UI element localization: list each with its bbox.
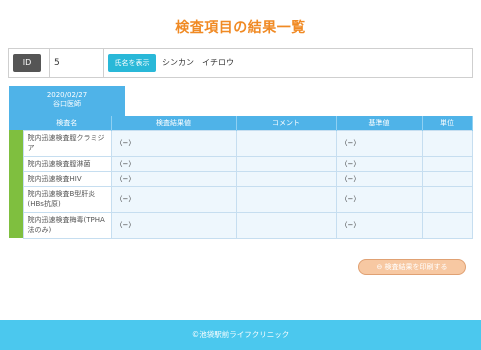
id-value: 5 [49, 49, 104, 77]
test-result: （−） [110, 185, 237, 213]
column-header-result: 検査結果値 [111, 116, 237, 130]
footer-copyright: ©池袋駅前ライフクリニック [191, 330, 290, 339]
footer: ©池袋駅前ライフクリニック [0, 320, 481, 350]
patient-name: シンカン イチロウ [162, 58, 234, 67]
test-unit [421, 211, 473, 239]
test-unit [421, 185, 473, 213]
row-gutter [9, 130, 23, 156]
print-results-button[interactable]: ⊖ 検査結果を印刷する [358, 259, 466, 275]
test-unit [421, 155, 473, 172]
test-standard: （−） [335, 211, 423, 239]
row-gutter [9, 171, 23, 186]
column-header-name: 検査名 [23, 116, 112, 130]
header-gutter [9, 116, 23, 130]
row-gutter [9, 186, 23, 212]
test-standard: （−） [335, 129, 423, 157]
column-header-comment: コメント [236, 116, 337, 130]
table-row: 院内迅速検査B型肝炎(HBs抗原) （−） （−） [9, 185, 473, 213]
test-comment [235, 155, 337, 172]
results-table: 検査名 検査結果値 コメント 基準値 単位 院内迅速検査膣クラミジア （−） （… [9, 116, 473, 239]
test-comment [235, 170, 337, 187]
test-standard: （−） [335, 185, 423, 213]
table-row: 院内迅速検査梅毒(TPHA法のみ) （−） （−） [9, 211, 473, 239]
row-gutter [9, 212, 23, 238]
column-header-standard: 基準値 [336, 116, 423, 130]
test-comment [235, 211, 337, 239]
row-gutter [9, 156, 23, 171]
table-header-row: 検査名 検査結果値 コメント 基準値 単位 [9, 116, 473, 130]
patient-info-bar: ID 5 氏名を表示 シンカン イチロウ [8, 48, 473, 78]
table-row: 院内迅速検査膣クラミジア （−） （−） [9, 129, 473, 157]
test-result: （−） [110, 211, 237, 239]
test-name: 院内迅速検査膣クラミジア [22, 129, 112, 157]
tab-doctor: 谷口医師 [53, 100, 81, 108]
test-unit [421, 129, 473, 157]
date-tab[interactable]: 2020/02/27 谷口医師 [9, 86, 125, 116]
test-standard: （−） [335, 155, 423, 172]
id-label: ID [13, 54, 41, 72]
show-name-button[interactable]: 氏名を表示 [108, 54, 156, 72]
test-comment [235, 185, 337, 213]
test-result: （−） [110, 129, 237, 157]
test-unit [421, 170, 473, 187]
test-standard: （−） [335, 170, 423, 187]
table-row: 院内迅速検査膣淋菌 （−） （−） [9, 155, 473, 172]
column-header-unit: 単位 [422, 116, 473, 130]
page-title: 検査項目の結果一覧 [175, 20, 306, 36]
test-name: 院内迅速検査HIV [22, 170, 112, 187]
test-name: 院内迅速検査膣淋菌 [22, 155, 112, 172]
test-comment [235, 129, 337, 157]
tab-date: 2020/02/27 [46, 91, 88, 99]
test-name: 院内迅速検査B型肝炎(HBs抗原) [22, 185, 112, 213]
test-result: （−） [110, 155, 237, 172]
table-row: 院内迅速検査HIV （−） （−） [9, 170, 473, 187]
test-result: （−） [110, 170, 237, 187]
test-name: 院内迅速検査梅毒(TPHA法のみ) [22, 211, 112, 239]
